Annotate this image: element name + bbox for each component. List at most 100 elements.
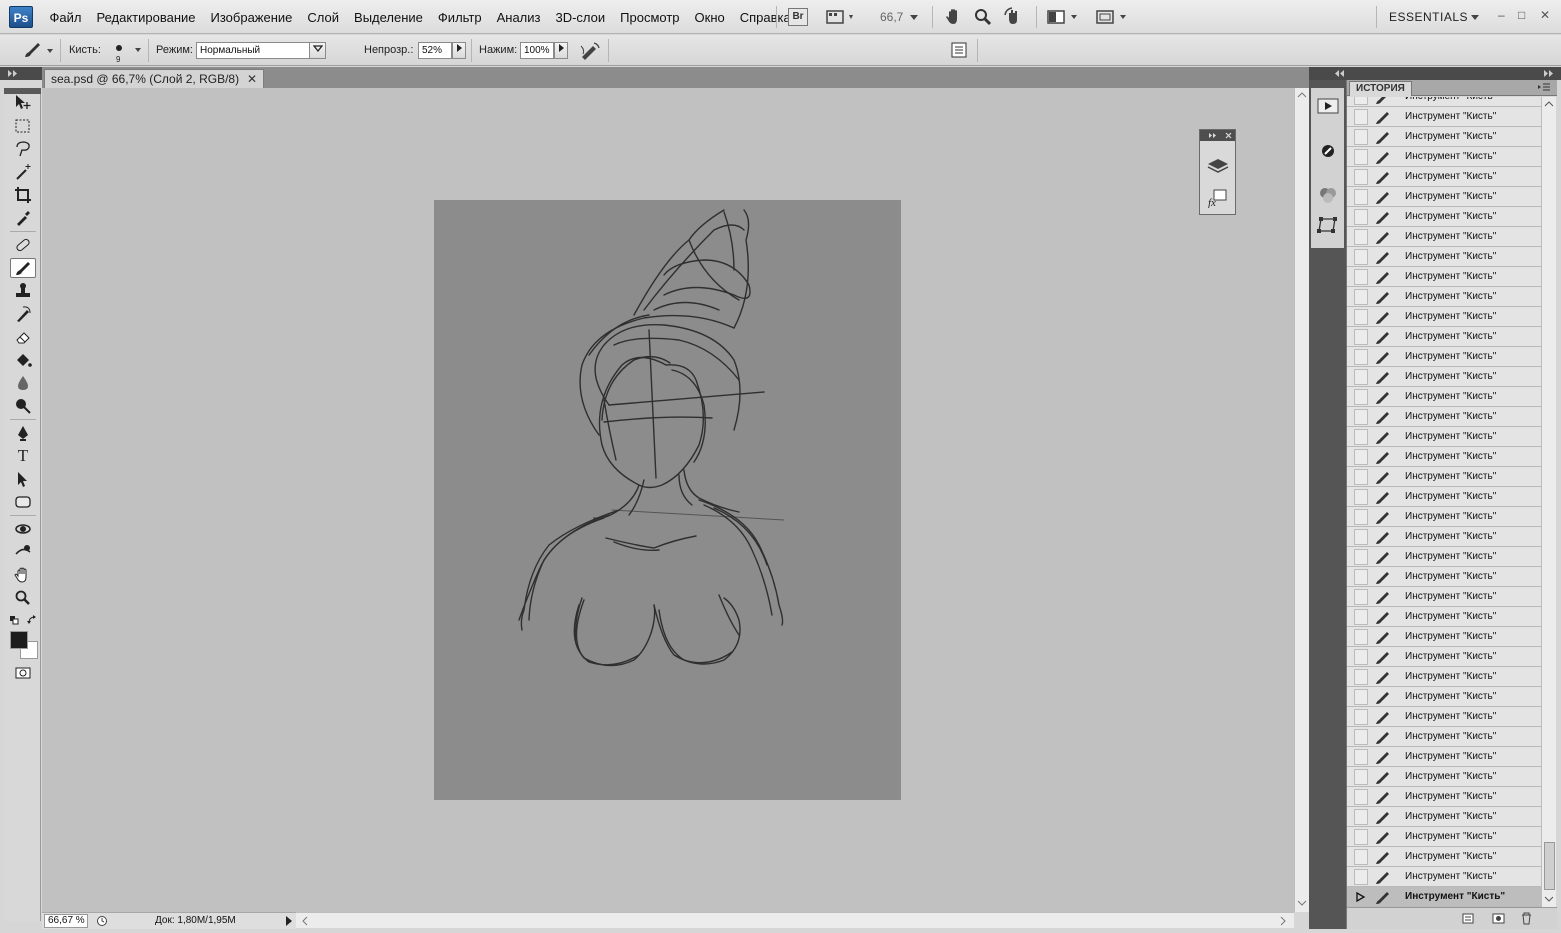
zoom-tool-button[interactable]	[973, 7, 993, 27]
history-state[interactable]: Инструмент "Кисть"	[1347, 267, 1541, 287]
history-state[interactable]: Инструмент "Кисть"	[1347, 307, 1541, 327]
menu-filter[interactable]: Фильтр	[430, 10, 489, 25]
history-snapshot-source-checkbox[interactable]	[1354, 169, 1368, 185]
path-selection-tool[interactable]	[10, 469, 36, 489]
history-snapshot-source-checkbox[interactable]	[1354, 849, 1368, 865]
foreground-color-swatch[interactable]	[10, 631, 28, 649]
type-tool[interactable]: T	[10, 446, 36, 466]
paint-bucket-tool[interactable]	[10, 350, 36, 370]
history-state[interactable]: Инструмент "Кисть"	[1347, 387, 1541, 407]
history-state[interactable]: Инструмент "Кисть"	[1347, 147, 1541, 167]
opacity-slider-button[interactable]	[452, 42, 466, 59]
history-tab[interactable]: ИСТОРИЯ	[1349, 81, 1412, 96]
crop-tool[interactable]	[10, 185, 36, 205]
history-state[interactable]: Инструмент "Кисть"	[1347, 107, 1541, 127]
menu-edit[interactable]: Редактирование	[89, 10, 203, 25]
history-snapshot-source-checkbox[interactable]	[1354, 769, 1368, 785]
history-snapshot-source-checkbox[interactable]	[1354, 889, 1368, 905]
marquee-tool[interactable]	[10, 116, 36, 136]
history-state[interactable]: Инструмент "Кисть"	[1347, 767, 1541, 787]
history-snapshot-source-checkbox[interactable]	[1354, 469, 1368, 485]
history-snapshot-source-checkbox[interactable]	[1354, 209, 1368, 225]
quick-mask-button[interactable]	[10, 663, 36, 683]
opacity-input[interactable]: 52%	[418, 42, 452, 59]
history-snapshot-source-checkbox[interactable]	[1354, 729, 1368, 745]
new-snapshot-icon[interactable]	[1491, 911, 1505, 925]
history-state[interactable]: Инструмент "Кисть"	[1347, 167, 1541, 187]
history-snapshot-source-checkbox[interactable]	[1354, 689, 1368, 705]
menu-3d[interactable]: 3D-слои	[548, 10, 613, 25]
flow-slider-button[interactable]	[554, 42, 568, 59]
workspace-switcher[interactable]: ESSENTIALS	[1389, 10, 1468, 24]
workspace-dropdown[interactable]	[1470, 7, 1480, 27]
blend-mode-dropdown[interactable]	[309, 42, 326, 59]
brush-tool[interactable]	[10, 258, 36, 278]
scroll-left-icon[interactable]	[300, 916, 310, 926]
document-horizontal-scrollbar[interactable]	[296, 912, 1294, 928]
history-snapshot-source-checkbox[interactable]	[1354, 409, 1368, 425]
swap-colors-icon[interactable]	[26, 614, 38, 626]
shape-tool[interactable]	[10, 492, 36, 512]
history-state[interactable]: Инструмент "Кисть"	[1347, 887, 1541, 907]
floating-panel-header[interactable]	[1200, 130, 1235, 141]
eyedropper-tool[interactable]	[10, 208, 36, 228]
brushes-panel-button[interactable]	[950, 40, 968, 60]
tool-preset-picker[interactable]	[20, 40, 56, 60]
expand-arrows-icon[interactable]	[1208, 132, 1218, 139]
airbrush-toggle[interactable]	[578, 40, 602, 60]
history-snapshot-source-checkbox[interactable]	[1354, 369, 1368, 385]
history-state[interactable]: Инструмент "Кисть"	[1347, 807, 1541, 827]
history-snapshot-source-checkbox[interactable]	[1354, 549, 1368, 565]
scroll-down-icon[interactable]	[1544, 894, 1554, 904]
zoom-level[interactable]: 66,7	[880, 10, 903, 24]
bridge-button[interactable]: Br	[788, 7, 808, 27]
minimize-icon[interactable]: –	[1498, 8, 1505, 22]
history-snapshot-source-checkbox[interactable]	[1354, 609, 1368, 625]
panel-menu-icon[interactable]	[1537, 83, 1551, 93]
menu-file[interactable]: Файл	[42, 10, 89, 25]
navigator-icon[interactable]	[1319, 142, 1337, 160]
zoom-tool[interactable]	[10, 588, 36, 608]
history-snapshot-source-checkbox[interactable]	[1354, 269, 1368, 285]
trash-icon[interactable]	[1519, 911, 1533, 925]
history-snapshot-source-checkbox[interactable]	[1354, 429, 1368, 445]
new-document-from-state-icon[interactable]	[1461, 911, 1475, 925]
scroll-up-icon[interactable]	[1544, 99, 1554, 109]
status-menu-icon[interactable]	[284, 915, 294, 927]
history-state[interactable]: Инструмент "Кисть"	[1347, 487, 1541, 507]
history-snapshot-source-checkbox[interactable]	[1354, 789, 1368, 805]
history-snapshot-source-checkbox[interactable]	[1354, 529, 1368, 545]
history-snapshot-source-checkbox[interactable]	[1354, 129, 1368, 145]
menu-select[interactable]: Выделение	[347, 10, 431, 25]
history-snapshot-source-checkbox[interactable]	[1354, 309, 1368, 325]
3d-camera-tool[interactable]	[10, 542, 36, 562]
actions-play-icon[interactable]	[1317, 98, 1339, 114]
close-icon[interactable]: ✕	[1540, 8, 1550, 22]
history-snapshot-source-checkbox[interactable]	[1354, 809, 1368, 825]
history-state[interactable]: Инструмент "Кисть"	[1347, 547, 1541, 567]
layers-icon[interactable]	[1207, 158, 1229, 174]
history-state[interactable]: Инструмент "Кисть"	[1347, 607, 1541, 627]
menu-view[interactable]: Просмотр	[613, 10, 687, 25]
pen-tool[interactable]	[10, 423, 36, 443]
history-snapshot-source-checkbox[interactable]	[1354, 489, 1368, 505]
history-snapshot-source-checkbox[interactable]	[1354, 289, 1368, 305]
history-snapshot-source-checkbox[interactable]	[1354, 649, 1368, 665]
history-state[interactable]: Инструмент "Кисть"	[1347, 227, 1541, 247]
history-state[interactable]: Инструмент "Кисть"	[1347, 347, 1541, 367]
color-channels-icon[interactable]	[1317, 186, 1339, 204]
history-snapshot-source-checkbox[interactable]	[1354, 97, 1368, 105]
zoom-dropdown[interactable]	[909, 7, 919, 27]
healing-brush-tool[interactable]	[10, 235, 36, 255]
default-colors-icon[interactable]	[9, 615, 19, 625]
status-info-icon[interactable]	[96, 915, 108, 927]
history-state[interactable]: Инструмент "Кисть"	[1347, 667, 1541, 687]
rotate-view-button[interactable]	[1003, 7, 1025, 27]
history-state[interactable]: Инструмент "Кисть"	[1347, 787, 1541, 807]
layer-styles-icon[interactable]: fx	[1207, 188, 1229, 208]
blend-mode-select[interactable]: Нормальный	[196, 42, 326, 59]
history-state[interactable]: Инструмент "Кисть"	[1347, 367, 1541, 387]
clone-stamp-tool[interactable]	[10, 281, 36, 301]
history-state[interactable]: Инструмент "Кисть"	[1347, 447, 1541, 467]
document-vertical-scrollbar[interactable]	[1294, 88, 1309, 912]
